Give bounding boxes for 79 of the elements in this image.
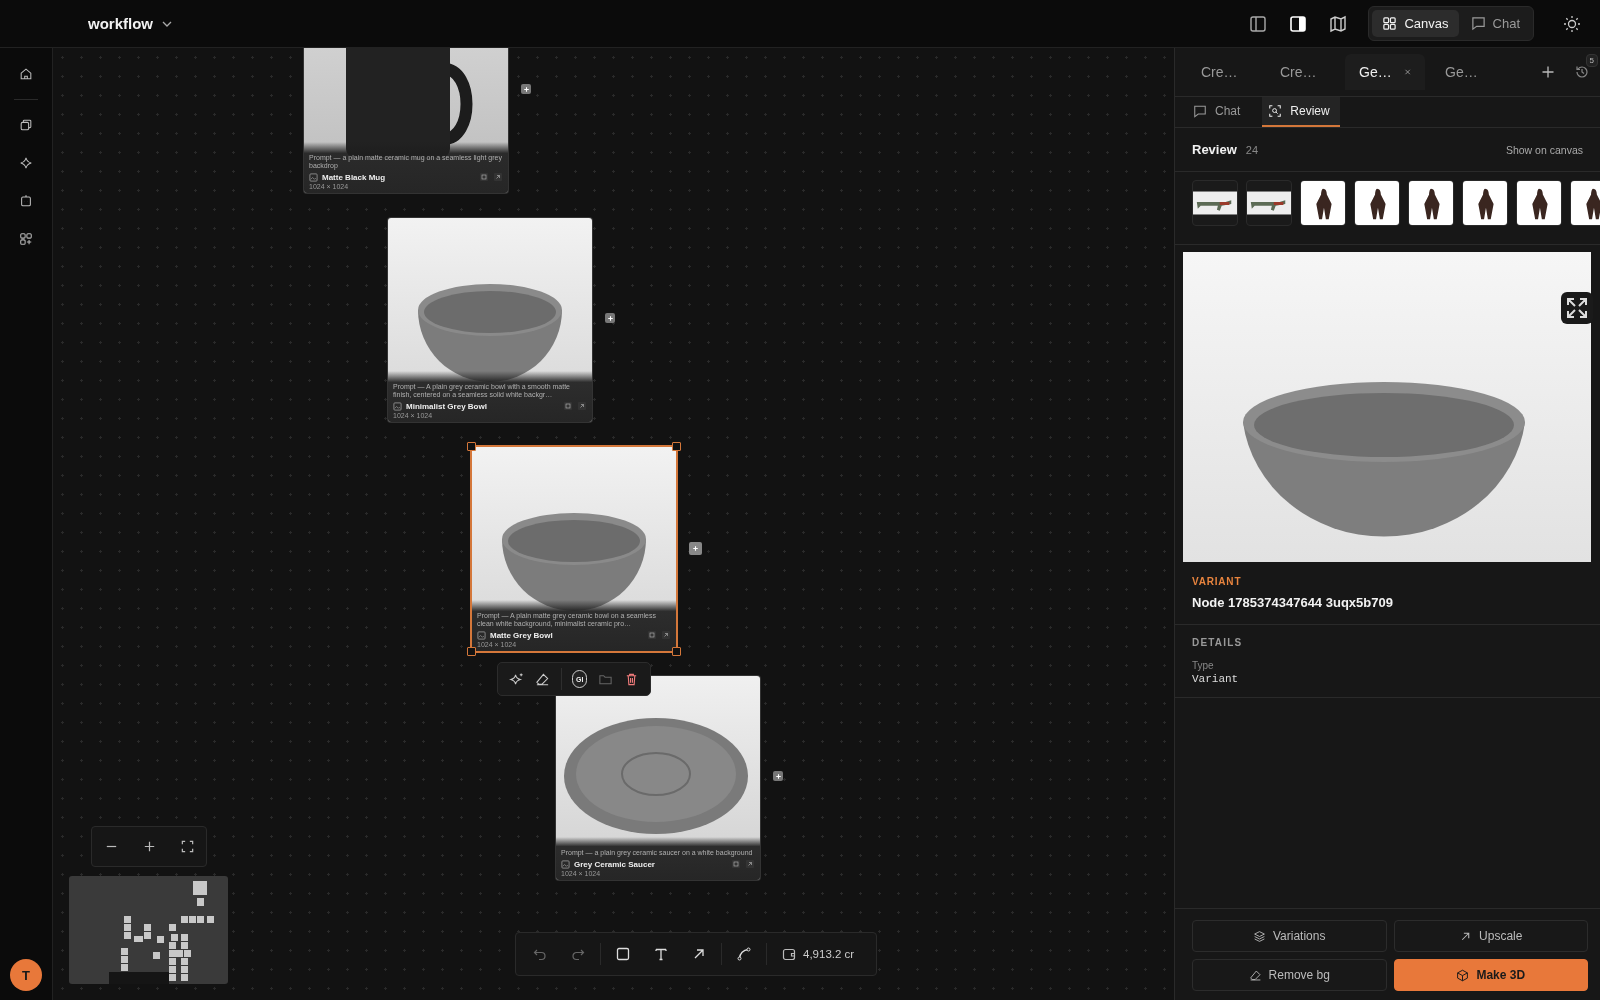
robot-icon[interactable] <box>19 194 33 208</box>
review-count: 24 <box>1245 143 1259 156</box>
sparkle-icon[interactable] <box>19 156 33 170</box>
image-icon <box>477 630 486 640</box>
node-name: Node 1785374347644 3uqx5b709 <box>1192 595 1394 610</box>
review-heading: Review <box>1192 142 1237 157</box>
resize-handle[interactable] <box>467 442 476 451</box>
panel-tab[interactable]: Review <box>1262 97 1340 127</box>
node-title: Matte Grey Bowl <box>490 630 554 640</box>
fit-screen-icon[interactable] <box>179 839 195 854</box>
thumbnail[interactable] <box>1516 180 1562 226</box>
add-icon[interactable] <box>1540 64 1556 80</box>
node-title: Matte Black Mug <box>322 172 387 182</box>
field-label: Type <box>1192 660 1215 671</box>
plus-icon <box>691 544 700 553</box>
resize-handle[interactable] <box>467 647 476 656</box>
view-toggle[interactable]: Chat <box>1460 10 1530 37</box>
add-node-button[interactable] <box>605 313 615 323</box>
sun-icon[interactable] <box>1562 13 1582 34</box>
image-icon <box>309 172 318 182</box>
variant-label: VARIANT <box>1192 576 1243 587</box>
thumbnail[interactable] <box>1354 180 1400 226</box>
thumbnail[interactable] <box>1192 180 1238 226</box>
minimap-drawing[interactable] <box>69 876 228 984</box>
field-value: Variant <box>1192 673 1240 685</box>
plus-icon <box>521 84 531 94</box>
layers-icon <box>1253 929 1266 943</box>
chat-bubble-icon <box>1193 104 1207 118</box>
document-tab[interactable]: Ge… <box>1431 54 1504 90</box>
credit-balance: 4,913.2 cr <box>803 948 855 960</box>
left-panel-icon[interactable] <box>1248 13 1269 34</box>
eraser-icon[interactable] <box>535 671 550 687</box>
view-toggle[interactable]: Canvas <box>1372 10 1459 37</box>
action-button[interactable]: Upscale <box>1393 920 1588 952</box>
copy-icon[interactable] <box>19 118 33 132</box>
right-panel-icon[interactable] <box>1288 13 1309 34</box>
history-count-badge: 5 <box>1585 54 1598 67</box>
grid-icon <box>1382 16 1398 31</box>
rectangle-icon[interactable] <box>615 946 631 962</box>
sparkle-icon[interactable] <box>509 671 525 687</box>
scan-search-icon <box>1268 104 1283 118</box>
action-button[interactable]: Remove bg <box>1192 959 1387 991</box>
map-icon[interactable] <box>1328 13 1349 34</box>
workflow-menu[interactable]: workflow <box>84 11 177 36</box>
text-tool-icon[interactable] <box>653 946 669 962</box>
node-title: Minimalist Grey Bowl <box>406 401 488 411</box>
image-icon <box>561 859 570 869</box>
action-button[interactable]: Variations <box>1192 920 1387 952</box>
resize-handle[interactable] <box>672 442 681 451</box>
wallet-icon <box>781 946 797 962</box>
expand-icon[interactable] <box>1561 292 1593 324</box>
add-apps-icon[interactable] <box>19 232 33 246</box>
home-icon[interactable] <box>19 67 33 81</box>
panel-tab[interactable]: Chat <box>1187 97 1251 127</box>
resize-handle[interactable] <box>672 647 681 656</box>
cube-icon <box>1456 968 1470 982</box>
add-node-button[interactable] <box>773 771 783 781</box>
eraser-icon <box>1248 968 1262 982</box>
image-icon <box>393 401 402 411</box>
add-node-button[interactable] <box>521 84 531 94</box>
close-icon[interactable] <box>1403 67 1411 77</box>
thumbnail[interactable] <box>1300 180 1346 226</box>
chat-bubble-icon <box>1470 16 1486 31</box>
document-tab[interactable]: Cre… <box>1266 54 1339 90</box>
action-button[interactable]: Make 3D <box>1393 959 1588 991</box>
document-tab[interactable]: Cre… <box>1187 54 1260 90</box>
thumbnail[interactable] <box>1246 180 1292 226</box>
node-title: Grey Ceramic Saucer <box>574 859 656 869</box>
thumbnail[interactable] <box>1462 180 1508 226</box>
curve-icon[interactable] <box>736 946 752 962</box>
plus-icon <box>773 771 783 781</box>
show-on-canvas-link[interactable]: Show on canvas <box>1505 143 1583 156</box>
history-icon[interactable] <box>1574 64 1590 80</box>
document-tab[interactable]: Ge… <box>1345 54 1425 90</box>
thumbnail[interactable] <box>1408 180 1454 226</box>
user-avatar[interactable]: T <box>10 959 42 991</box>
details-heading: DETAILS <box>1192 637 1244 648</box>
plus-icon <box>605 313 615 323</box>
add-node-button[interactable] <box>689 542 702 555</box>
